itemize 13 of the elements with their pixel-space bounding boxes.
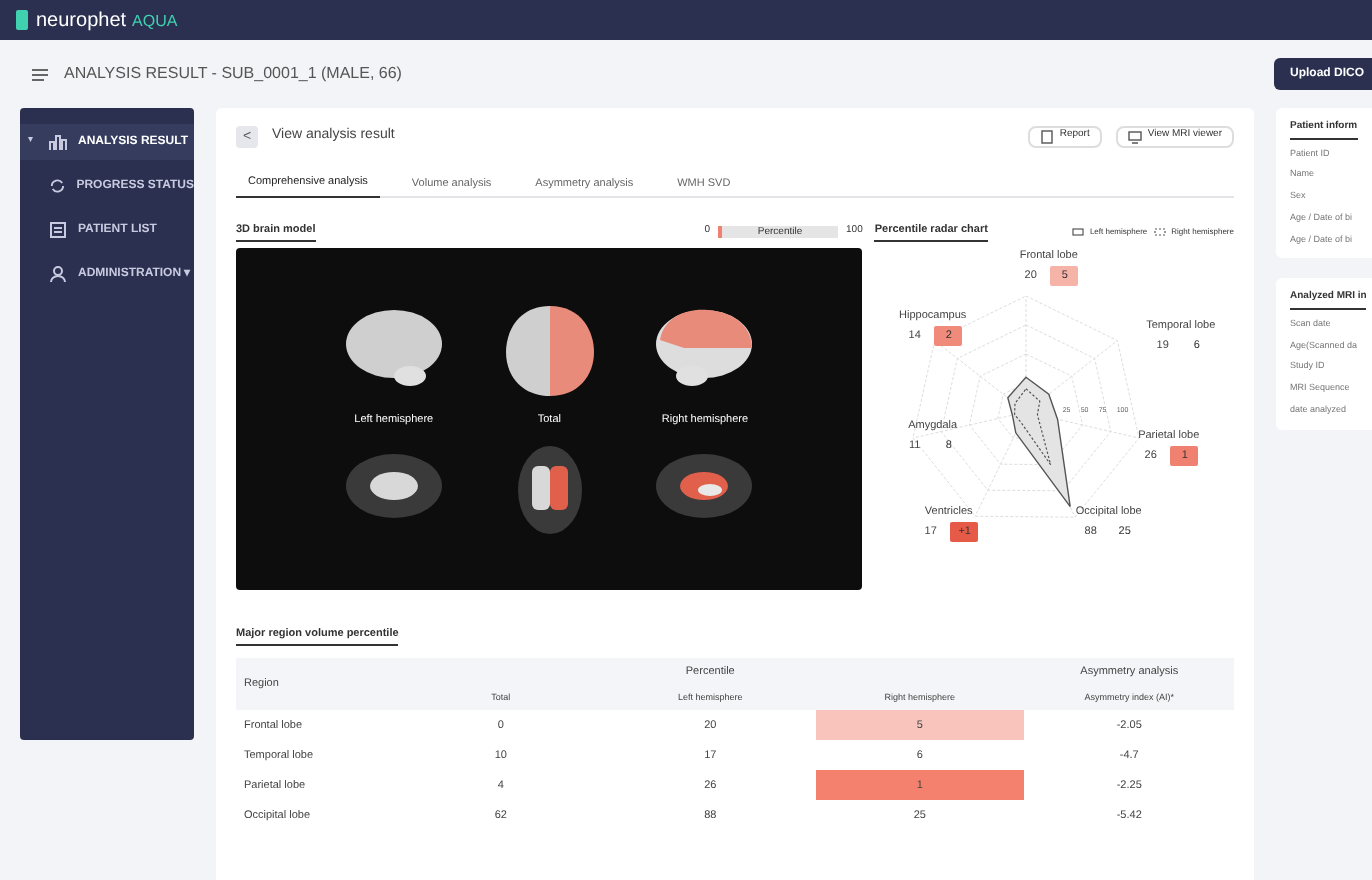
monitor-icon [1127, 129, 1142, 143]
bar-chart-icon [48, 132, 68, 152]
solid-legend-icon [1071, 228, 1084, 236]
menu-icon [32, 67, 48, 81]
dashed-legend-icon [1153, 228, 1166, 236]
refresh-icon [47, 176, 67, 196]
clipboard-icon [48, 220, 68, 240]
product-name: AQUA [132, 9, 178, 33]
person-icon [48, 264, 68, 284]
logo-text: neurophet [36, 7, 127, 35]
logo-icon [16, 10, 28, 30]
page-title: ANALYSIS RESULT - SUB_0001_1 (MALE, 66) [64, 62, 402, 86]
document-icon [1039, 129, 1054, 143]
